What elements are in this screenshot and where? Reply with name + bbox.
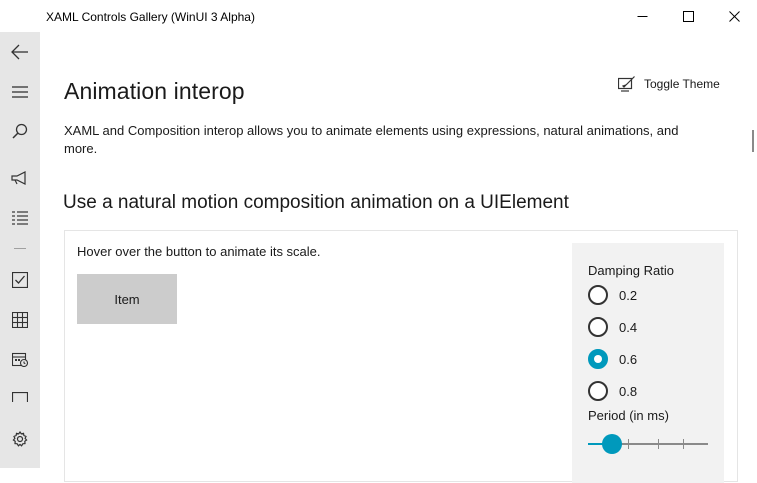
nav-item-basic-input[interactable] [0,262,40,298]
damping-radio-0-8[interactable]: 0.8 [588,379,637,403]
calendar-icon [12,352,28,367]
close-button[interactable] [711,0,757,32]
period-slider-thumb[interactable] [602,434,622,454]
options-panel: Damping Ratio 0.2 0.4 0.6 0.8 Period (in… [572,243,724,483]
radio-circle [588,381,608,401]
back-button[interactable] [0,34,40,70]
radio-circle-selected [588,349,608,369]
toggle-theme-button[interactable]: Toggle Theme [618,73,720,95]
damping-ratio-label: Damping Ratio [588,263,674,278]
toggle-theme-label: Toggle Theme [644,77,720,91]
item-button[interactable]: Item [77,274,177,324]
settings-gear-icon [12,431,28,447]
radio-circle [588,317,608,337]
nav-item-dialogs[interactable] [0,379,40,415]
nav-item-collections[interactable] [0,302,40,338]
nav-item-whats-new[interactable] [0,160,40,196]
list-icon [12,211,28,225]
slider-tick [628,439,629,449]
period-label: Period (in ms) [588,408,669,423]
example-hint: Hover over the button to animate its sca… [77,244,321,259]
checkbox-icon [12,272,28,288]
page-description: XAML and Composition interop allows you … [64,123,679,156]
search-button[interactable] [0,113,40,149]
radio-dot [594,355,602,363]
megaphone-icon [11,171,26,185]
navigation-pane [0,32,40,468]
maximize-button[interactable] [665,0,711,32]
settings-button[interactable] [0,421,40,457]
nav-separator [14,248,26,249]
slider-tick [683,439,684,449]
back-arrow-icon [11,44,28,60]
paintbrush-icon [618,76,635,92]
damping-radio-0-2[interactable]: 0.2 [588,283,637,307]
page-title: Animation interop [64,78,245,104]
grid-icon [12,312,28,328]
maximize-icon [682,10,694,22]
minimize-button[interactable] [619,0,665,32]
example-card: Hover over the button to animate its sca… [64,230,738,483]
window-title: XAML Controls Gallery (WinUI 3 Alpha) [46,10,255,24]
close-icon [728,10,740,22]
damping-radio-0-6[interactable]: 0.6 [588,347,637,371]
radio-circle [588,285,608,305]
minimize-icon [637,15,647,17]
section-title: Use a natural motion composition animati… [63,192,569,213]
vertical-scrollbar[interactable] [752,130,754,152]
damping-radio-0-4[interactable]: 0.4 [588,315,637,339]
hamburger-menu-icon [12,86,28,98]
menu-button[interactable] [0,74,40,110]
title-bar: XAML Controls Gallery (WinUI 3 Alpha) [0,0,757,32]
radio-label: 0.4 [619,319,638,335]
content-area: Animation interop Toggle Theme XAML and … [40,32,757,483]
item-button-label: Item [114,291,140,307]
search-icon [12,123,28,139]
nav-item-all-controls[interactable] [0,200,40,236]
radio-label: 0.6 [619,351,638,367]
radio-label: 0.8 [619,383,638,399]
slider-tick [658,439,659,449]
nav-item-date-and-time[interactable] [0,341,40,377]
radio-label: 0.2 [619,287,638,303]
bracket-icon [12,392,28,402]
